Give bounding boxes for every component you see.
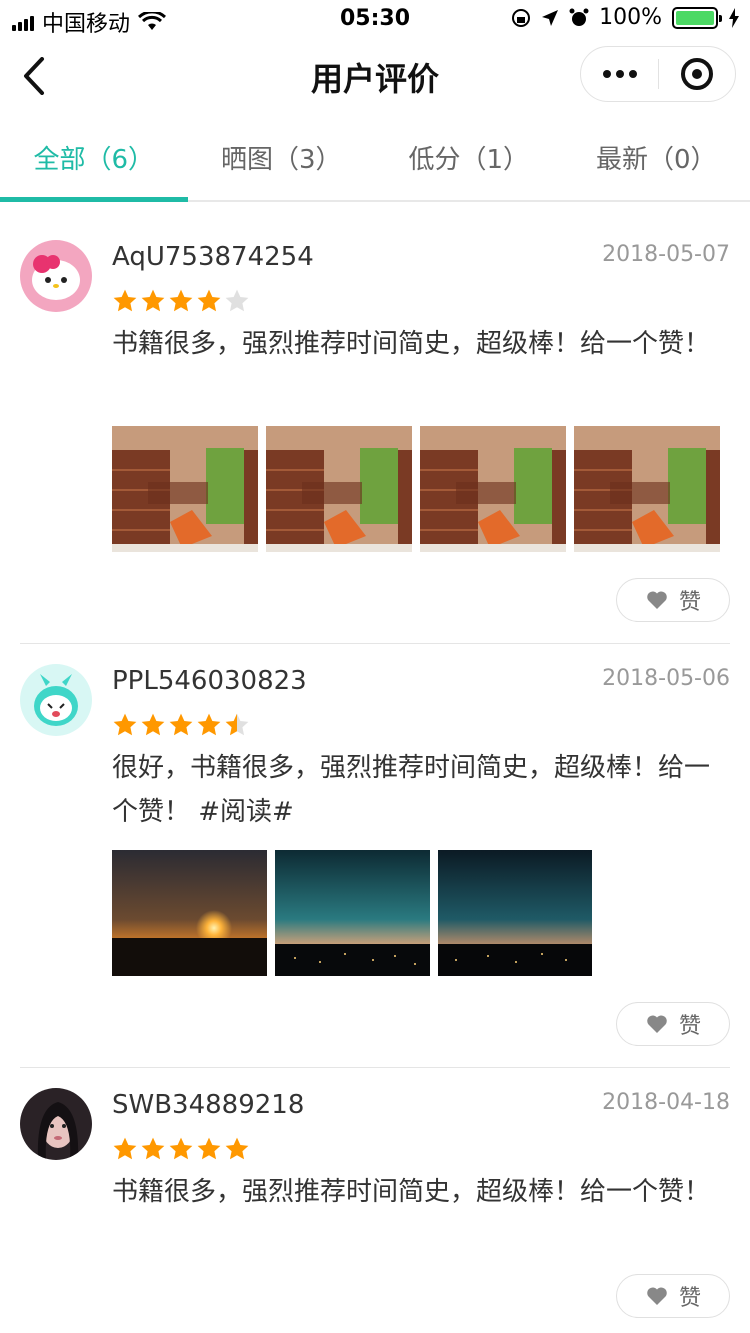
- review-text: 很好，书籍很多，强烈推荐时间简史，超级棒！给一个赞！ #阅读#: [112, 753, 711, 827]
- review-item: PPL546030823 2018-05-06 很好，书籍很多，强烈推荐时间简史…: [20, 664, 730, 1068]
- star-filled-icon: [197, 713, 221, 736]
- star-filled-icon: [197, 289, 221, 312]
- user-avatar[interactable]: [20, 664, 92, 736]
- review-image-thumbnail[interactable]: [438, 850, 592, 976]
- target-icon: [680, 58, 713, 90]
- like-button[interactable]: 赞: [616, 578, 730, 622]
- username: SWB34889218: [112, 1090, 305, 1120]
- review-images: [112, 426, 720, 552]
- star-rating: [112, 712, 250, 738]
- review-date: 2018-05-06: [602, 666, 730, 691]
- star-half-icon: [225, 713, 249, 736]
- alarm-icon: [569, 8, 589, 26]
- heart-icon: [647, 1015, 667, 1033]
- location-icon: [542, 9, 559, 26]
- like-button[interactable]: 赞: [616, 1274, 730, 1318]
- star-filled-icon: [113, 289, 137, 312]
- review-image-thumbnail[interactable]: [420, 426, 566, 552]
- star-rating: [112, 1136, 250, 1162]
- tab-low-score[interactable]: 低分（1）: [375, 114, 563, 200]
- review-text: 书籍很多，强烈推荐时间简史，超级棒！给一个赞！: [112, 1177, 711, 1207]
- status-bar: 中国移动 05:30 100%: [0, 0, 750, 40]
- mini-program-capsule: [580, 46, 736, 102]
- star-rating: [112, 288, 250, 314]
- close-button[interactable]: [659, 46, 735, 102]
- star-empty-icon: [225, 289, 249, 312]
- star-filled-icon: [225, 1137, 249, 1160]
- star-filled-icon: [113, 713, 137, 736]
- review-item: SWB34889218 2018-04-18 书籍很多，强烈推荐时间简史，超级棒…: [20, 1088, 730, 1333]
- like-label: 赞: [678, 1014, 701, 1039]
- star-filled-icon: [197, 1137, 221, 1160]
- more-dots-icon: [602, 70, 611, 78]
- like-button[interactable]: 赞: [616, 1002, 730, 1046]
- star-filled-icon: [113, 1137, 137, 1160]
- charging-icon: [729, 7, 739, 28]
- star-filled-icon: [141, 713, 165, 736]
- review-image-thumbnail[interactable]: [112, 850, 267, 976]
- like-label: 赞: [678, 590, 701, 615]
- review-images: [112, 850, 592, 976]
- username: PPL546030823: [112, 666, 307, 696]
- tab-latest[interactable]: 最新（0）: [563, 114, 750, 200]
- username: AqU753874254: [112, 242, 314, 272]
- review-date: 2018-04-18: [602, 1090, 730, 1115]
- star-filled-icon: [169, 289, 193, 312]
- user-avatar[interactable]: [20, 240, 92, 312]
- review-tabs: 全部（6） 晒图（3） 低分（1） 最新（0）: [0, 114, 750, 202]
- battery-icon: [672, 6, 722, 29]
- more-button[interactable]: [581, 46, 658, 102]
- battery-percent: 100%: [599, 5, 662, 30]
- heart-icon: [647, 591, 667, 609]
- heart-icon: [647, 1287, 667, 1305]
- tab-photos[interactable]: 晒图（3）: [188, 114, 376, 200]
- like-label: 赞: [678, 1286, 701, 1311]
- rotation-lock-icon: [512, 8, 531, 27]
- review-image-thumbnail[interactable]: [275, 850, 430, 976]
- star-filled-icon: [169, 1137, 193, 1160]
- review-date: 2018-05-07: [602, 242, 730, 267]
- nav-bar: 用户评价: [0, 40, 750, 112]
- user-avatar[interactable]: [20, 1088, 92, 1160]
- star-filled-icon: [169, 713, 193, 736]
- review-image-thumbnail[interactable]: [574, 426, 720, 552]
- star-filled-icon: [141, 289, 165, 312]
- star-filled-icon: [141, 1137, 165, 1160]
- review-image-thumbnail[interactable]: [112, 426, 258, 552]
- review-item: AqU753874254 2018-05-07 书籍很多，强烈推荐时间简史，超级…: [20, 240, 730, 644]
- review-image-thumbnail[interactable]: [266, 426, 412, 552]
- review-text: 书籍很多，强烈推荐时间简史，超级棒！给一个赞！: [112, 329, 711, 359]
- tab-all[interactable]: 全部（6）: [0, 114, 188, 202]
